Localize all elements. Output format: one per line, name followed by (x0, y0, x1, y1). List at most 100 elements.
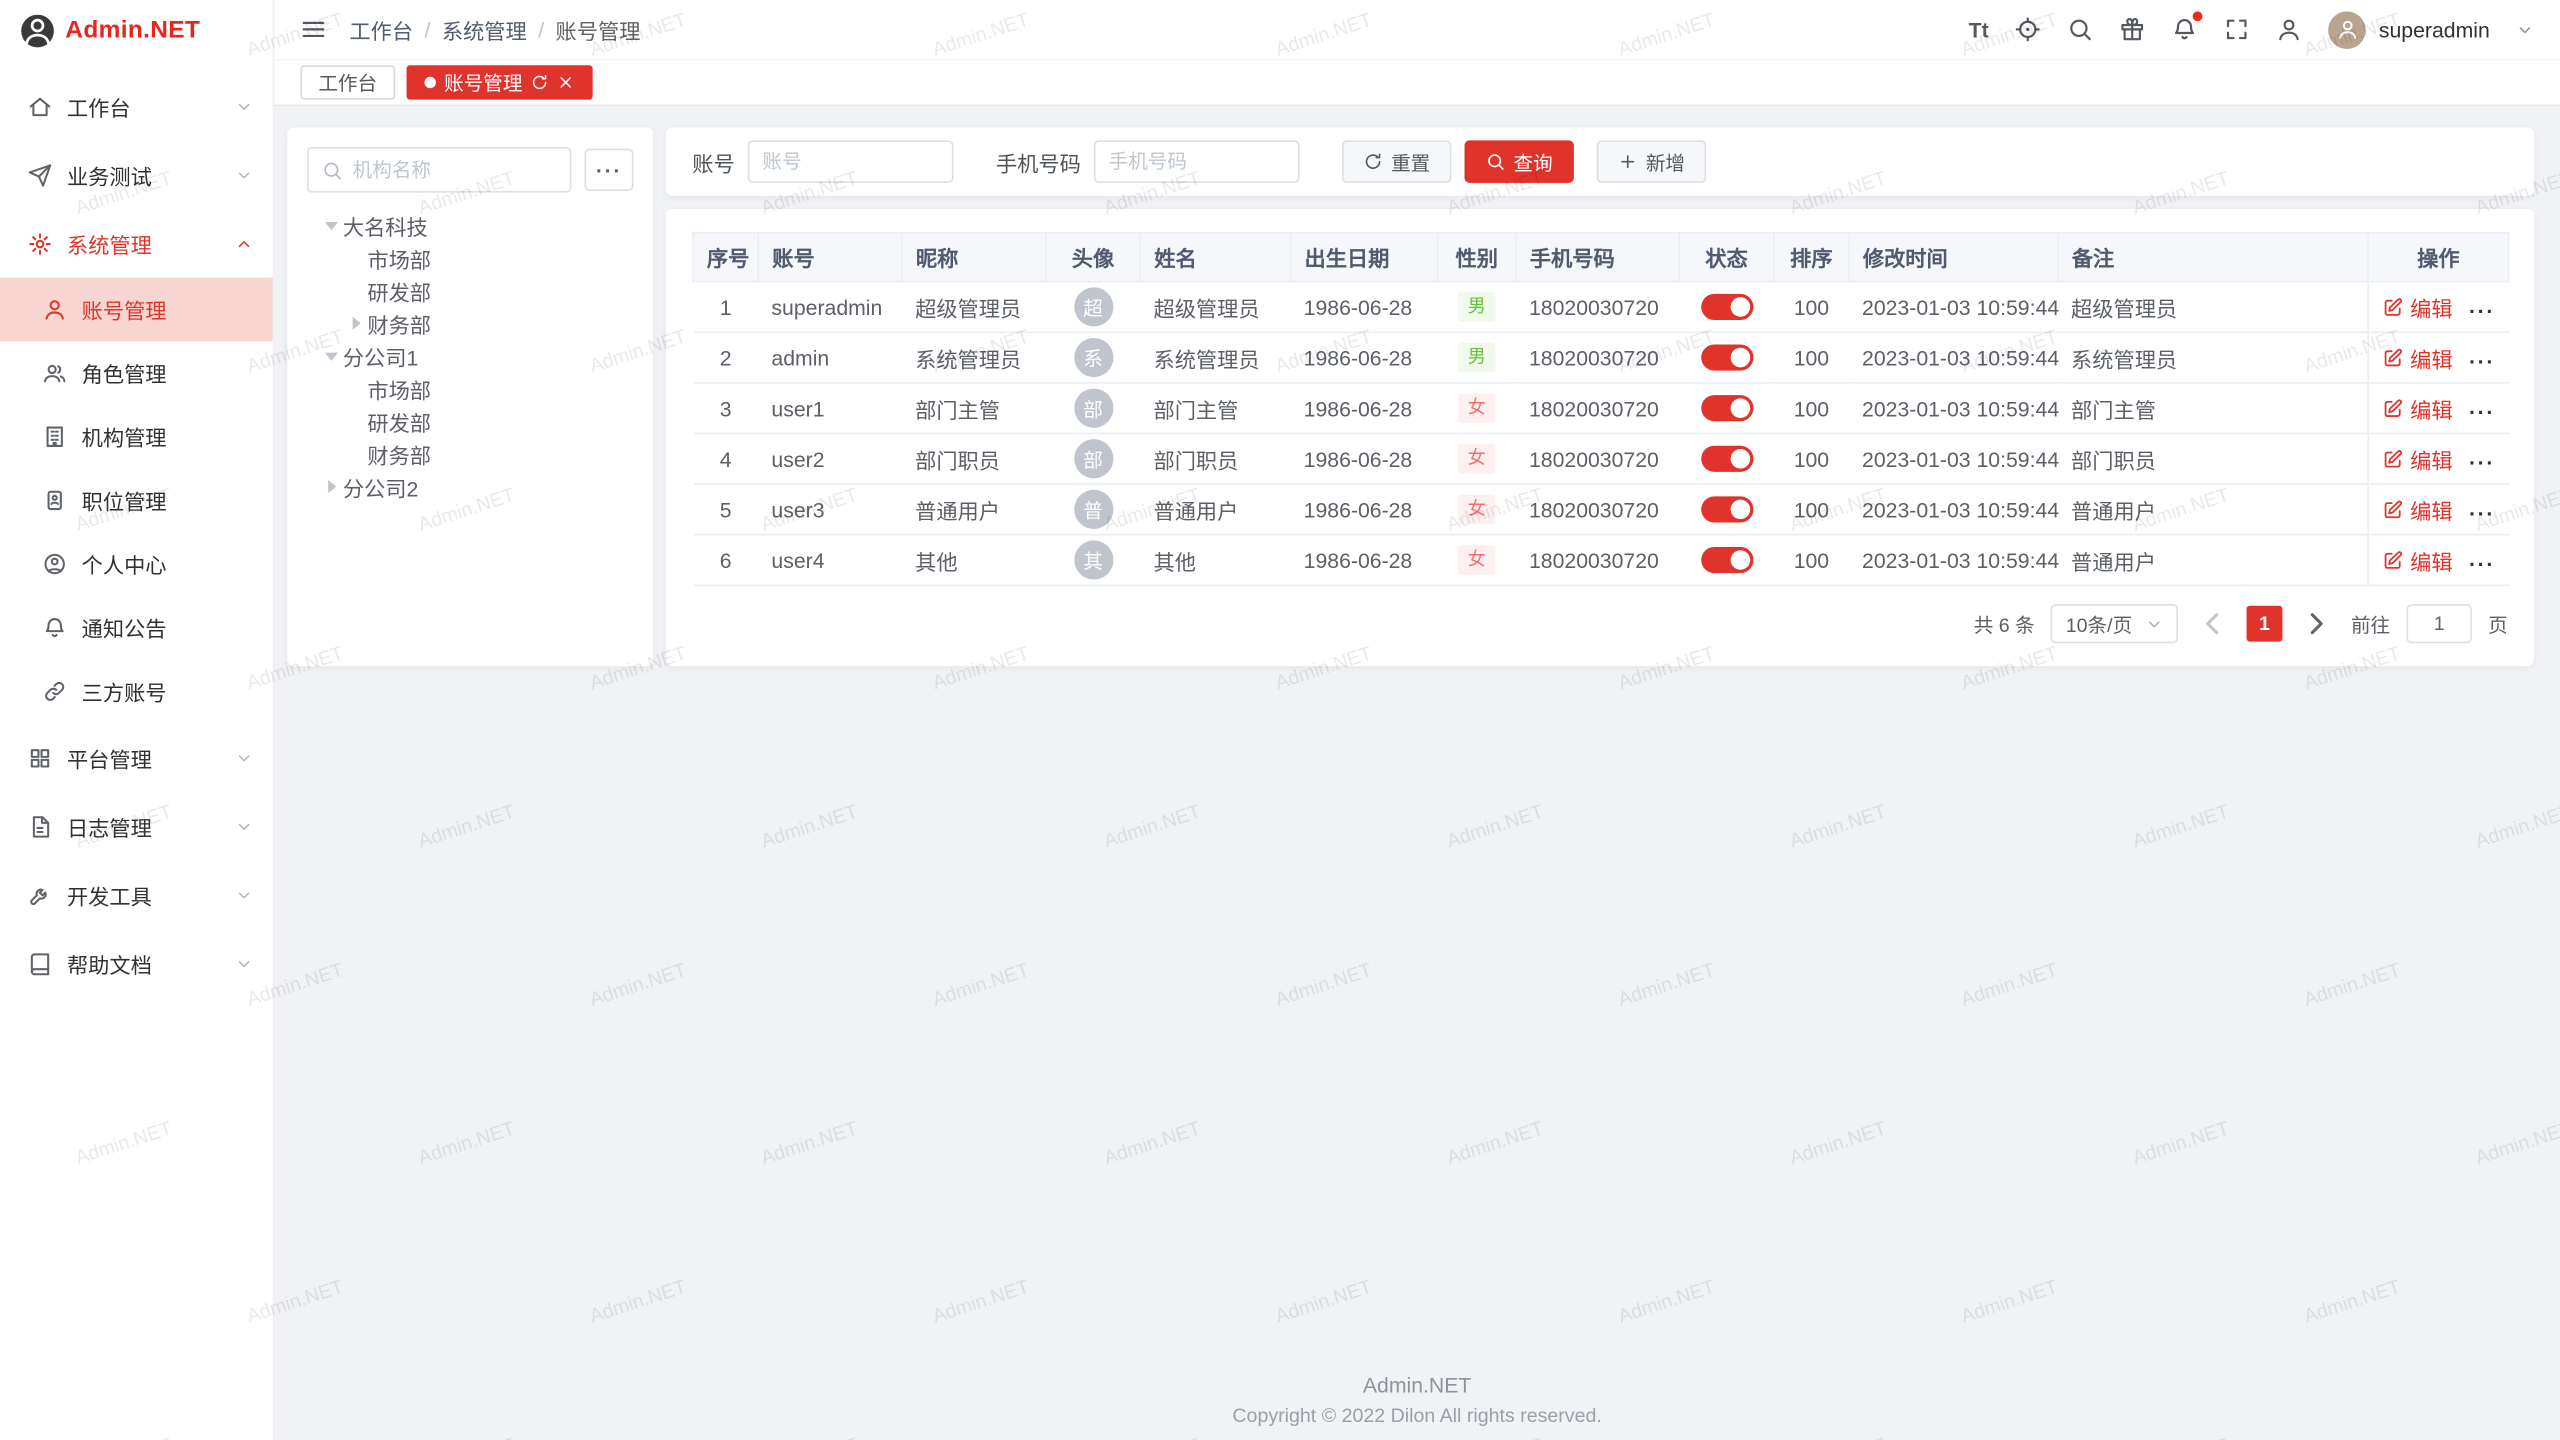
sidebar-item-business-test[interactable]: 业务测试 (0, 140, 273, 209)
sidebar-item-position-management[interactable]: 职位管理 (0, 469, 273, 533)
cell-nickname: 普通用户 (902, 484, 1046, 535)
sidebar-item-system-management[interactable]: 系统管理 (0, 209, 273, 278)
edit-icon (2382, 549, 2403, 570)
tree-node[interactable]: 研发部 (307, 274, 634, 307)
sidebar-item-role-management[interactable]: 角色管理 (0, 341, 273, 405)
caret-right-icon[interactable] (320, 475, 343, 498)
tree-node[interactable]: 市场部 (307, 372, 634, 405)
edit-button[interactable]: 编辑 (2382, 291, 2452, 322)
edit-button[interactable]: 编辑 (2382, 544, 2452, 575)
cell-modified: 2023-01-03 10:59:44 (1849, 282, 2058, 333)
menu-toggle-icon[interactable] (300, 16, 326, 42)
tree-node[interactable]: 财务部 (307, 307, 634, 340)
caret-down-icon[interactable] (320, 214, 343, 237)
gender-badge: 女 (1458, 393, 1496, 423)
row-more-button[interactable]: ··· (2469, 399, 2495, 423)
page-size-select[interactable]: 10条/页 (2051, 604, 2178, 643)
sidebar-item-log-management[interactable]: 日志管理 (0, 792, 273, 861)
row-more-button[interactable]: ··· (2469, 298, 2495, 322)
tree-more-button[interactable]: ··· (584, 149, 633, 191)
cell-birthday: 1986-06-28 (1291, 484, 1438, 535)
sidebar-item-platform-management[interactable]: 平台管理 (0, 723, 273, 792)
fullscreen-icon[interactable] (2224, 16, 2250, 42)
status-toggle[interactable] (1700, 294, 1752, 320)
add-button[interactable]: 新增 (1597, 140, 1706, 182)
query-button[interactable]: 查询 (1465, 140, 1574, 182)
tab-bar: 工作台 账号管理 (274, 60, 2560, 106)
tree-node-label: 研发部 (367, 406, 431, 437)
status-toggle[interactable] (1700, 497, 1752, 523)
tree-node[interactable]: 研发部 (307, 405, 634, 438)
edit-button-label: 编辑 (2410, 443, 2452, 474)
status-toggle[interactable] (1700, 446, 1752, 472)
locate-icon[interactable] (2015, 16, 2041, 42)
close-icon[interactable] (557, 73, 575, 91)
breadcrumb-item-system[interactable]: 系统管理 (442, 14, 527, 45)
tree-node-label: 财务部 (367, 438, 431, 469)
sidebar: Admin.NET 工作台业务测试系统管理账号管理角色管理机构管理职位管理个人中… (0, 0, 274, 1440)
app-logo-text: Admin.NET (65, 16, 200, 44)
tab-workbench[interactable]: 工作台 (300, 65, 395, 99)
table-row: 1superadmin超级管理员超超级管理员1986-06-28男1802003… (693, 282, 2509, 333)
tree-node[interactable]: 市场部 (307, 242, 634, 275)
next-page-button[interactable] (2299, 606, 2335, 642)
font-size-icon[interactable]: Tt (1969, 19, 1989, 40)
goto-page-input[interactable] (2407, 604, 2472, 643)
gift-icon[interactable] (2119, 16, 2145, 42)
sidebar-item-account-management[interactable]: 账号管理 (0, 278, 273, 342)
toggle-knob (1730, 551, 1750, 571)
tab-account-management[interactable]: 账号管理 (407, 65, 593, 99)
row-more-button[interactable]: ··· (2469, 551, 2495, 575)
app-logo[interactable]: Admin.NET (0, 0, 273, 60)
table-row: 4user2部门职员部部门职员1986-06-28女18020030720100… (693, 433, 2509, 484)
chevron-down-icon[interactable] (2516, 20, 2534, 38)
sidebar-item-workbench[interactable]: 工作台 (0, 72, 273, 141)
username[interactable]: superadmin (2379, 17, 2490, 41)
sidebar-item-notice-announcement[interactable]: 通知公告 (0, 596, 273, 660)
reset-button[interactable]: 重置 (1342, 140, 1451, 182)
tree-node[interactable]: 分公司1 (307, 340, 634, 373)
sidebar-item-help-docs[interactable]: 帮助文档 (0, 929, 273, 998)
cell-avatar: 超 (1046, 282, 1141, 333)
phone-input[interactable] (1094, 140, 1300, 182)
edit-button[interactable]: 编辑 (2382, 342, 2452, 373)
row-more-button[interactable]: ··· (2469, 349, 2495, 373)
add-button-label: 新增 (1646, 148, 1685, 176)
cell-actions: 编辑 ··· (2368, 383, 2508, 434)
edit-button[interactable]: 编辑 (2382, 494, 2452, 525)
cell-gender: 男 (1438, 282, 1516, 333)
user-icon[interactable] (2276, 16, 2302, 42)
row-more-button[interactable]: ··· (2469, 500, 2495, 524)
caret-right-icon[interactable] (344, 312, 367, 335)
profile-icon (42, 552, 66, 576)
search-icon (1486, 152, 1506, 172)
search-icon[interactable] (2067, 16, 2093, 42)
sidebar-item-third-party-account[interactable]: 三方账号 (0, 660, 273, 724)
avatar[interactable] (2328, 11, 2366, 49)
edit-button[interactable]: 编辑 (2382, 443, 2452, 474)
tree-node[interactable]: 大名科技 (307, 209, 634, 242)
breadcrumb-item-workbench[interactable]: 工作台 (349, 14, 413, 45)
notifications[interactable] (2172, 16, 2198, 42)
status-toggle[interactable] (1700, 547, 1752, 573)
status-toggle[interactable] (1700, 396, 1752, 422)
current-page[interactable]: 1 (2246, 606, 2282, 642)
refresh-icon[interactable] (531, 73, 549, 91)
cell-gender: 女 (1438, 433, 1516, 484)
caret-down-icon[interactable] (320, 344, 343, 367)
tree-node-label: 分公司1 (343, 340, 418, 371)
tree-node[interactable]: 分公司2 (307, 470, 634, 503)
org-search-input[interactable] (353, 158, 557, 181)
tree-node[interactable]: 财务部 (307, 438, 634, 471)
sidebar-item-dev-tools[interactable]: 开发工具 (0, 860, 273, 929)
chevron-down-icon (2145, 615, 2163, 633)
edit-button[interactable]: 编辑 (2382, 393, 2452, 424)
prev-page-button[interactable] (2194, 606, 2230, 642)
sidebar-item-org-management[interactable]: 机构管理 (0, 405, 273, 469)
account-input[interactable] (748, 140, 954, 182)
status-toggle[interactable] (1700, 345, 1752, 371)
row-more-button[interactable]: ··· (2469, 450, 2495, 474)
sidebar-item-label: 开发工具 (67, 879, 220, 910)
sidebar-item-personal-center[interactable]: 个人中心 (0, 532, 273, 596)
avatar-icon (2336, 18, 2359, 41)
